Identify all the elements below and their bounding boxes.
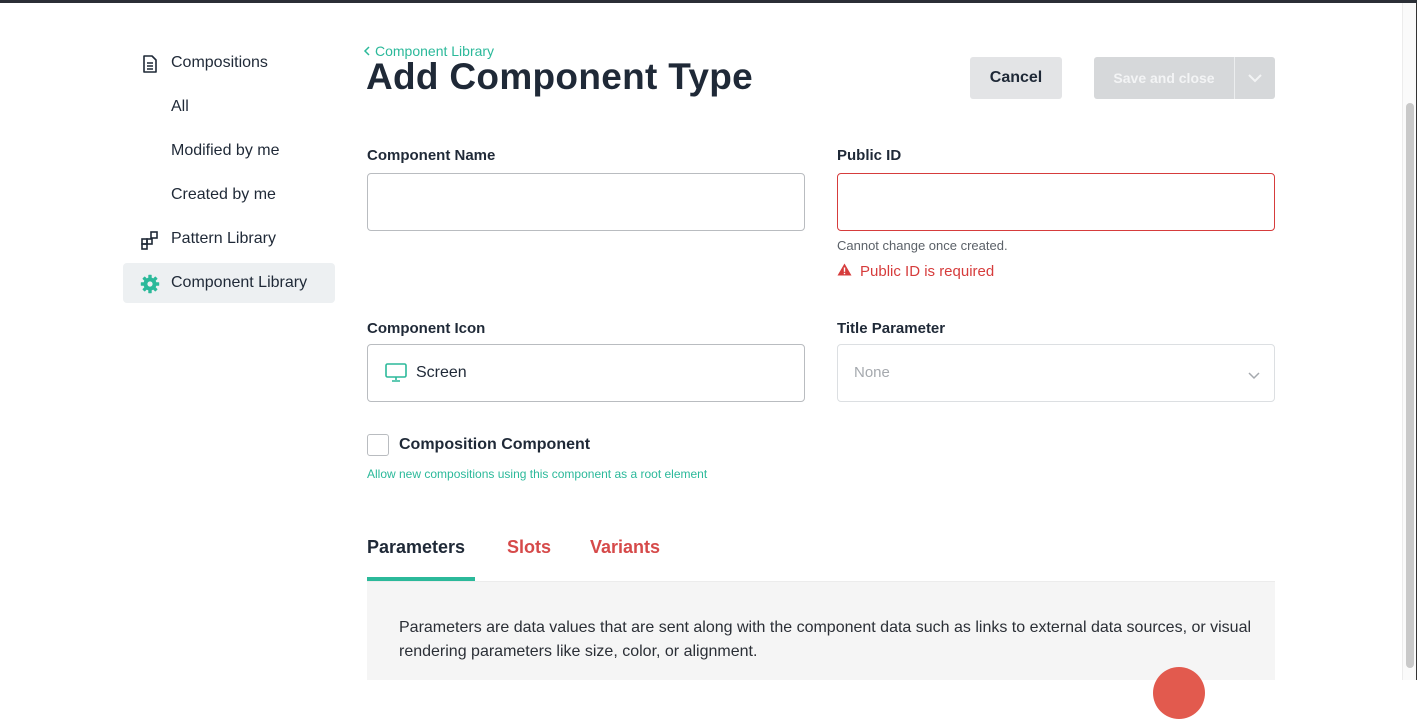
sidebar-item-pattern-library[interactable]: Pattern Library xyxy=(123,219,335,259)
tab-slots[interactable]: Slots xyxy=(507,537,551,558)
component-icon-label: Component Icon xyxy=(367,320,486,337)
page-title: Add Component Type xyxy=(366,56,754,97)
help-chat-button[interactable] xyxy=(1153,667,1205,719)
public-id-error: Public ID is required xyxy=(837,263,994,280)
window-top-border xyxy=(0,0,1417,3)
sidebar-item-label: Created by me xyxy=(171,186,276,203)
sidebar-item-label: Pattern Library xyxy=(171,230,276,247)
composition-component-label[interactable]: Composition Component xyxy=(399,436,590,454)
parameters-panel: Parameters are data values that are sent… xyxy=(367,582,1275,680)
sidebar-item-compositions[interactable]: Compositions xyxy=(123,43,335,83)
gear-icon xyxy=(140,274,160,294)
sidebar-item-all[interactable]: All xyxy=(123,87,335,127)
sidebar-item-created-by-me[interactable]: Created by me xyxy=(123,175,335,215)
public-id-label: Public ID xyxy=(837,147,902,164)
public-id-input[interactable] xyxy=(837,173,1275,231)
sidebar-item-label: Component Library xyxy=(171,274,308,291)
scrollbar-thumb[interactable] xyxy=(1406,103,1414,668)
sidebar-item-label: Compositions xyxy=(171,54,268,71)
sidebar: Compositions All Modified by me Created … xyxy=(123,43,335,307)
sidebar-item-modified-by-me[interactable]: Modified by me xyxy=(123,131,335,171)
screen-icon xyxy=(385,363,407,388)
composition-component-help: Allow new compositions using this compon… xyxy=(367,467,708,481)
title-parameter-select[interactable]: None xyxy=(837,344,1275,402)
pattern-icon xyxy=(140,230,160,250)
title-parameter-placeholder: None xyxy=(854,364,890,381)
tab-bar: Parameters Slots Variants xyxy=(367,529,1275,582)
sidebar-item-label: Modified by me xyxy=(171,142,280,159)
parameters-description: Parameters are data values that are sent… xyxy=(399,619,1252,660)
sidebar-item-label: All xyxy=(171,98,189,115)
tab-variants[interactable]: Variants xyxy=(590,537,660,558)
public-id-error-text: Public ID is required xyxy=(860,263,995,280)
chevron-down-icon xyxy=(1248,367,1260,385)
warning-icon xyxy=(837,263,852,280)
tab-parameters[interactable]: Parameters xyxy=(367,537,465,558)
sidebar-item-component-library[interactable]: Component Library xyxy=(123,263,335,303)
component-icon-value: Screen xyxy=(416,364,467,381)
component-name-input[interactable] xyxy=(367,173,805,231)
save-and-close-button[interactable]: Save and close xyxy=(1094,57,1234,99)
active-tab-indicator xyxy=(367,577,475,581)
save-options-dropdown-button[interactable] xyxy=(1234,57,1275,99)
component-icon-select[interactable]: Screen xyxy=(367,344,805,402)
component-name-label: Component Name xyxy=(367,147,496,164)
public-id-hint: Cannot change once created. xyxy=(837,238,1008,253)
document-icon xyxy=(140,54,160,74)
chevron-down-icon xyxy=(1248,71,1262,86)
composition-component-checkbox[interactable] xyxy=(367,434,389,456)
title-parameter-label: Title Parameter xyxy=(837,320,946,337)
scrollbar-track[interactable] xyxy=(1402,3,1417,680)
cancel-button[interactable]: Cancel xyxy=(970,57,1062,99)
